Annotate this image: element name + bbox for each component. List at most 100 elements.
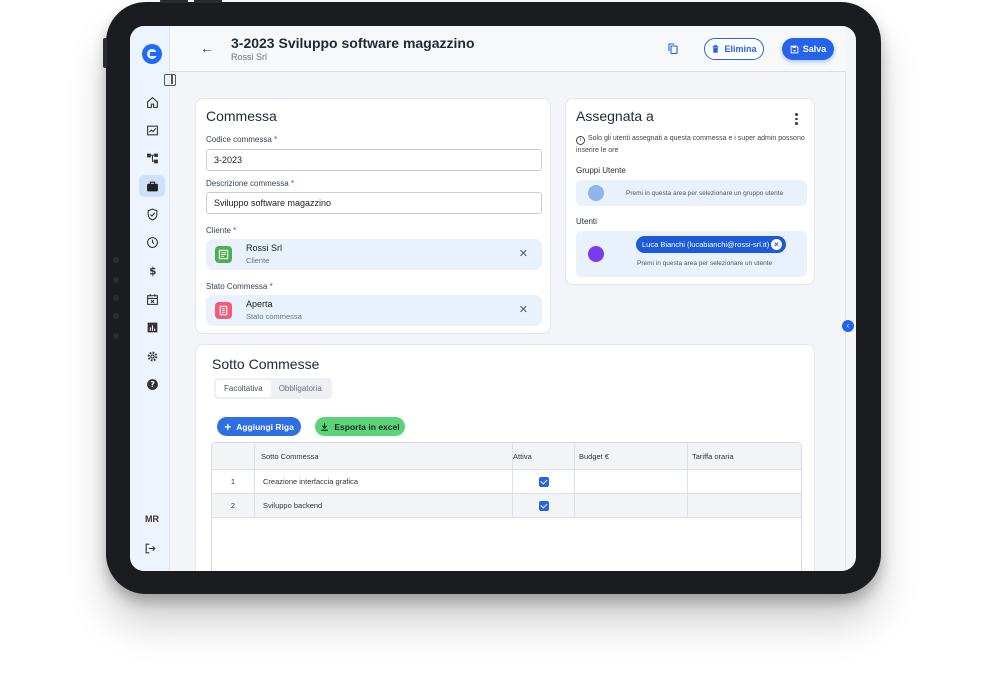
chevron-left-icon[interactable]: ‹ [842, 320, 854, 332]
home-icon [146, 96, 158, 108]
delete-button[interactable]: Elimina [704, 38, 764, 60]
stato-name: Aperta [246, 299, 273, 309]
svg-text:?: ? [150, 380, 154, 389]
col-header-index [212, 443, 255, 469]
delete-label: Elimina [724, 44, 757, 54]
logout-button[interactable] [144, 542, 157, 560]
more-options-icon[interactable] [795, 113, 798, 127]
cliente-sub: Cliente [246, 256, 270, 265]
back-arrow-icon[interactable]: ← [200, 40, 214, 56]
sidebar-item-costs[interactable]: $ [139, 259, 165, 281]
clear-cliente-icon[interactable]: ✕ [519, 247, 528, 260]
user-avatar[interactable]: MR [138, 514, 166, 524]
assegnata-card: Assegnata a i Solo gli utenti assegnati a… [565, 98, 815, 285]
device-sensor [113, 295, 119, 301]
trash-icon [712, 45, 719, 53]
sidebar: $ ? MR [130, 26, 170, 571]
table-row[interactable]: 2 Sviluppo backend [212, 494, 801, 518]
cliente-icon [215, 246, 232, 263]
row-tariffa[interactable] [688, 470, 801, 493]
col-header-budget[interactable]: Budget € [575, 443, 688, 469]
cliente-label: Cliente * [206, 226, 237, 235]
page-subtitle: Rossi Srl [231, 52, 268, 62]
utenti-hint: Premi in questa area per selezionare un … [637, 260, 773, 267]
add-row-button[interactable]: + Aggiungi Riga [217, 417, 301, 436]
copy-icon[interactable] [667, 42, 679, 60]
sotto-commesse-table: Sotto Commessa Attiva Budget € Tariffa o… [211, 442, 802, 571]
assegnata-info: i Solo gli utenti assegnati a questa comm… [576, 135, 805, 154]
user-chip[interactable]: Luca Bianchi (lucabianchi@rossi-srl.it) … [636, 236, 786, 253]
user-group-icon [588, 246, 604, 262]
col-header-attiva[interactable]: Attiva [513, 443, 575, 469]
add-row-label: Aggiungi Riga [236, 421, 294, 432]
briefcase-icon [146, 181, 158, 191]
svg-text:$: $ [149, 265, 156, 277]
sotto-commesse-card: Sotto Commesse Facoltativa Obbligatoria … [195, 344, 815, 571]
row-name[interactable]: Creazione interfaccia grafica [255, 470, 513, 493]
device-sensor [113, 277, 119, 283]
save-button[interactable]: Salva [782, 38, 834, 60]
cliente-picker[interactable]: Rossi Srl Cliente ✕ [206, 239, 542, 270]
descrizione-label: Descrizione commessa * [206, 179, 295, 188]
clock-icon [146, 236, 158, 248]
stato-sub: Stato commessa [246, 312, 302, 321]
table-header: Sotto Commessa Attiva Budget € Tariffa o… [212, 443, 801, 470]
sidebar-item-settings[interactable] [139, 345, 165, 367]
remove-user-icon[interactable]: × [771, 239, 782, 250]
clear-stato-icon[interactable]: ✕ [519, 303, 528, 316]
descrizione-input[interactable]: Sviluppo software magazzino [206, 192, 542, 214]
sidebar-item-home[interactable] [139, 91, 165, 113]
tab-facoltativa[interactable]: Facoltativa [216, 380, 271, 397]
export-excel-button[interactable]: Esporta in excel [315, 417, 405, 436]
row-name[interactable]: Sviluppo backend [255, 494, 513, 517]
help-icon: ? [146, 378, 158, 390]
app-logo-icon[interactable] [142, 44, 162, 64]
logout-icon [145, 543, 156, 554]
tab-obbligatoria[interactable]: Obbligatoria [271, 380, 330, 397]
group-icon [588, 185, 604, 201]
sidebar-item-dashboard[interactable] [139, 119, 165, 141]
page-title: 3-2023 Sviluppo software magazzino [231, 35, 475, 51]
user-chip-label: Luca Bianchi (lucabianchi@rossi-srl.it) [642, 240, 770, 249]
shield-check-icon [147, 208, 157, 220]
sidebar-item-commesse[interactable] [139, 175, 165, 197]
gear-icon [147, 351, 157, 361]
utenti-drop-area[interactable]: Luca Bianchi (lucabianchi@rossi-srl.it) … [576, 231, 807, 277]
gruppi-drop-area[interactable]: Premi in questa area per selezionare un … [576, 180, 807, 206]
device-button [160, 0, 188, 3]
plus-icon: + [224, 419, 232, 434]
col-header-sotto-commessa[interactable]: Sotto Commessa [255, 443, 513, 469]
row-index: 1 [212, 470, 255, 493]
attiva-checkbox[interactable] [538, 476, 549, 487]
row-budget[interactable] [575, 494, 688, 517]
table-row[interactable]: 1 Creazione interfaccia grafica [212, 470, 801, 494]
sotto-tabs: Facoltativa Obbligatoria [214, 378, 332, 399]
cliente-name: Rossi Srl [246, 243, 283, 253]
device-button [103, 38, 107, 68]
col-header-tariffa[interactable]: Tariffa oraria [688, 443, 801, 469]
attiva-checkbox[interactable] [538, 500, 549, 511]
stato-picker[interactable]: Aperta Stato commessa ✕ [206, 295, 542, 326]
row-budget[interactable] [575, 470, 688, 493]
codice-input[interactable]: 3-2023 [206, 149, 542, 171]
report-icon [147, 322, 157, 332]
save-label: Salva [802, 44, 827, 54]
download-icon [321, 422, 329, 431]
row-tariffa[interactable] [688, 494, 801, 517]
sidebar-item-calendar[interactable] [139, 288, 165, 310]
sidebar-item-help[interactable]: ? [139, 373, 165, 395]
commessa-card: Commessa Codice commessa * 3-2023 Descri… [195, 98, 551, 334]
row-index: 2 [212, 494, 255, 517]
device-button [194, 0, 222, 3]
gruppi-label: Gruppi Utente [576, 166, 626, 175]
device-sensor [113, 313, 119, 319]
sidebar-item-tasks[interactable] [139, 203, 165, 225]
export-excel-label: Esporta in excel [334, 421, 400, 432]
page-header: ← 3-2023 Sviluppo software magazzino Ros… [170, 26, 846, 72]
sidebar-item-reports[interactable] [139, 316, 165, 338]
stato-icon [215, 302, 232, 319]
sidebar-collapse-icon[interactable] [164, 74, 176, 86]
device-sensor [113, 333, 119, 339]
sidebar-item-time[interactable] [139, 231, 165, 253]
sidebar-item-hierarchy[interactable] [139, 147, 165, 169]
